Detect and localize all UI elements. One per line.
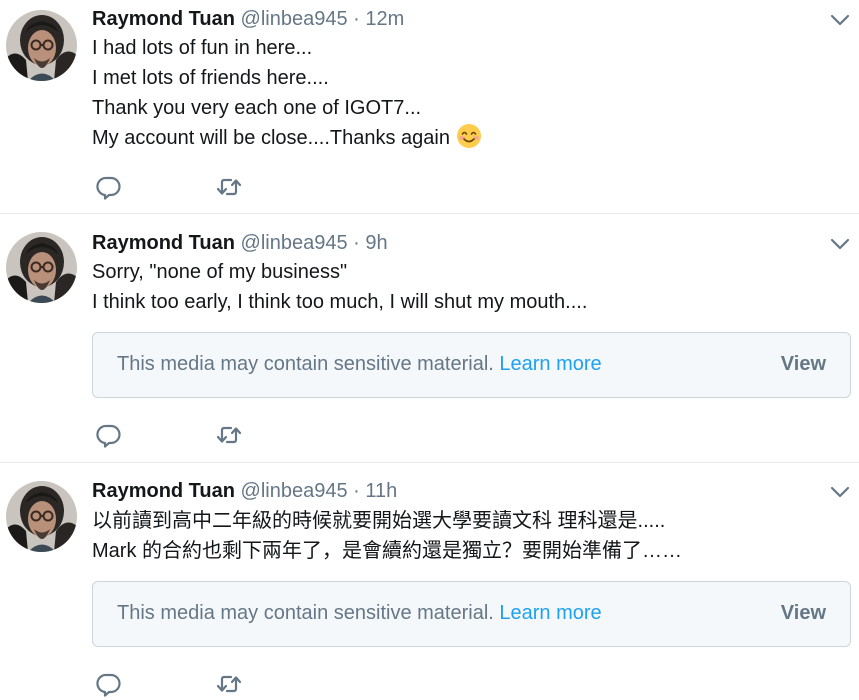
view-button[interactable]: View [781,602,826,625]
tweet-header: Raymond Tuan @linbea945 · 9h [92,231,388,255]
tweet-text: I had lots of fun in here... I met lots … [92,33,849,153]
avatar[interactable] [6,10,77,81]
media-warning-text: This media may contain sensitive materia… [117,353,602,376]
tweet-text-line: 以前讀到高中二年級的時候就要開始選大學要讀文科 理科還是..... [92,510,666,532]
separator: · [353,232,360,254]
timestamp[interactable]: 11h [365,480,397,502]
tweet-text-line-with-emoji: My account will be close....Thanks again [92,123,849,153]
tweet[interactable]: Raymond Tuan @linbea945 · 11h 以前讀到高中二年級的… [0,463,859,700]
chevron-down-icon[interactable] [829,9,851,31]
timestamp[interactable]: 12m [365,8,404,30]
author-name[interactable]: Raymond Tuan [92,480,235,502]
media-warning-text: This media may contain sensitive materia… [117,602,602,625]
tweet-header: Raymond Tuan @linbea945 · 12m [92,7,404,31]
separator: · [353,8,360,30]
tweet-text: Sorry, "none of my business" I think too… [92,257,849,317]
tweet-text-line: Thank you very each one of IGOT7... [92,97,422,119]
timeline: Raymond Tuan @linbea945 · 12m I had lots… [0,0,859,700]
tweet-text-line: Sorry, "none of my business" [92,261,348,283]
smiling-face-emoji [456,123,482,149]
retweet-icon[interactable] [216,671,242,697]
tweet-text-line: I met lots of friends here.... [92,67,329,89]
learn-more-link[interactable]: Learn more [499,602,601,624]
media-warning-message: This media may contain sensitive materia… [117,353,494,375]
media-warning-message: This media may contain sensitive materia… [117,602,494,624]
author-name[interactable]: Raymond Tuan [92,8,235,30]
author-handle[interactable]: @linbea945 [241,480,348,502]
tweet-text-line: I think too early, I think too much, I w… [92,291,588,313]
retweet-icon[interactable] [216,174,242,200]
avatar[interactable] [6,481,77,552]
tweet-text-line: I had lots of fun in here... [92,37,313,59]
author-handle[interactable]: @linbea945 [241,8,348,30]
reply-icon[interactable] [96,422,122,448]
learn-more-link[interactable]: Learn more [499,353,601,375]
timestamp[interactable]: 9h [365,232,387,254]
author-handle[interactable]: @linbea945 [241,232,348,254]
tweet-text: 以前讀到高中二年級的時候就要開始選大學要讀文科 理科還是..... Mark 的… [92,506,849,566]
tweet-text-line: My account will be close....Thanks again [92,127,450,149]
chevron-down-icon[interactable] [829,481,851,503]
sensitive-media-warning: This media may contain sensitive materia… [92,332,851,398]
chevron-down-icon[interactable] [829,233,851,255]
reply-icon[interactable] [96,174,122,200]
separator: · [353,480,360,502]
author-name[interactable]: Raymond Tuan [92,232,235,254]
avatar[interactable] [6,232,77,303]
view-button[interactable]: View [781,353,826,376]
reply-icon[interactable] [96,671,122,697]
tweet[interactable]: Raymond Tuan @linbea945 · 9h Sorry, "non… [0,214,859,463]
tweet-header: Raymond Tuan @linbea945 · 11h [92,479,397,503]
tweet-text-line: Mark 的合約也剩下兩年了，是會續約還是獨立？要開始準備了…… [92,540,682,562]
retweet-icon[interactable] [216,422,242,448]
tweet[interactable]: Raymond Tuan @linbea945 · 12m I had lots… [0,0,859,214]
sensitive-media-warning: This media may contain sensitive materia… [92,581,851,647]
